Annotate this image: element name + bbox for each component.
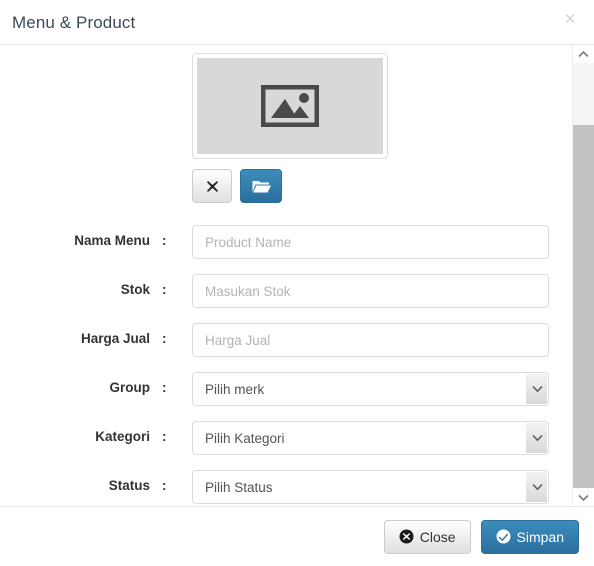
group-select[interactable]: Pilih merk bbox=[192, 372, 549, 406]
scroll-up-button[interactable] bbox=[573, 45, 594, 63]
scroll-down-button[interactable] bbox=[573, 488, 594, 506]
colon-nama-menu: : bbox=[162, 233, 167, 248]
stok-input[interactable] bbox=[192, 274, 549, 308]
image-placeholder bbox=[197, 58, 383, 154]
colon-kategori: : bbox=[162, 429, 167, 444]
x-icon bbox=[206, 180, 219, 193]
times-circle-icon bbox=[399, 529, 414, 544]
image-row-label-spacer bbox=[0, 53, 162, 61]
chevron-down-icon bbox=[578, 494, 589, 501]
remove-image-button[interactable] bbox=[192, 169, 232, 203]
label-group: Group bbox=[109, 380, 151, 395]
row-stok: Stok : bbox=[0, 274, 572, 308]
colon-stok: : bbox=[162, 282, 167, 297]
scrollbar-track[interactable] bbox=[573, 63, 594, 488]
modal-body-wrapper: Nama Menu : Stok : Harga Jual : bbox=[0, 45, 594, 506]
image-upload-field bbox=[192, 53, 542, 203]
picture-placeholder-icon bbox=[261, 85, 319, 127]
colon-status: : bbox=[162, 478, 167, 493]
image-upload-row bbox=[0, 45, 572, 203]
row-kategori: Kategori : Pilih Kategori bbox=[0, 421, 572, 455]
row-status: Status : Pilih Status bbox=[0, 470, 572, 504]
colon-group: : bbox=[162, 380, 167, 395]
save-button[interactable]: Simpan bbox=[480, 519, 579, 554]
field-group: Pilih merk bbox=[192, 372, 549, 406]
close-button[interactable]: Close bbox=[383, 519, 471, 554]
modal-footer: Close Simpan bbox=[0, 506, 594, 566]
close-icon[interactable]: × bbox=[559, 9, 581, 31]
open-folder-icon bbox=[252, 179, 271, 194]
label-status: Status bbox=[108, 478, 150, 493]
harga-jual-input[interactable] bbox=[192, 323, 549, 357]
check-circle-icon bbox=[496, 529, 511, 544]
modal-header: Menu & Product × bbox=[0, 0, 594, 45]
label-kategori: Kategori bbox=[95, 429, 150, 444]
field-harga-jual bbox=[192, 323, 549, 357]
row-group: Group : Pilih merk bbox=[0, 372, 572, 406]
status-select-wrapper: Pilih Status bbox=[192, 470, 549, 504]
row-nama-menu: Nama Menu : bbox=[0, 225, 572, 259]
scrollbar-thumb[interactable] bbox=[573, 125, 594, 488]
group-select-wrapper: Pilih merk bbox=[192, 372, 549, 406]
browse-image-button[interactable] bbox=[240, 169, 282, 203]
label-harga-jual: Harga Jual bbox=[80, 331, 150, 346]
chevron-up-icon bbox=[578, 50, 589, 57]
row-harga-jual: Harga Jual : bbox=[0, 323, 572, 357]
image-button-group bbox=[192, 169, 542, 203]
kategori-select-wrapper: Pilih Kategori bbox=[192, 421, 549, 455]
image-row-colon-spacer bbox=[162, 53, 192, 61]
colon-harga-jual: : bbox=[162, 331, 167, 346]
close-button-label: Close bbox=[419, 528, 456, 545]
modal-scrollbar[interactable] bbox=[572, 45, 594, 506]
label-stok: Stok bbox=[120, 282, 150, 297]
status-select[interactable]: Pilih Status bbox=[192, 470, 549, 504]
image-thumbnail[interactable] bbox=[192, 53, 388, 159]
field-nama-menu bbox=[192, 225, 549, 259]
page-title: Menu & Product bbox=[12, 13, 136, 32]
label-nama-menu: Nama Menu bbox=[74, 233, 150, 248]
kategori-select[interactable]: Pilih Kategori bbox=[192, 421, 549, 455]
modal-body: Nama Menu : Stok : Harga Jual : bbox=[0, 45, 572, 506]
field-kategori: Pilih Kategori bbox=[192, 421, 549, 455]
save-button-label: Simpan bbox=[516, 528, 564, 545]
field-status: Pilih Status bbox=[192, 470, 549, 504]
nama-menu-input[interactable] bbox=[192, 225, 549, 259]
menu-product-modal: Menu & Product × Nama Menu: Product Nam… bbox=[0, 0, 594, 566]
field-stok bbox=[192, 274, 549, 308]
